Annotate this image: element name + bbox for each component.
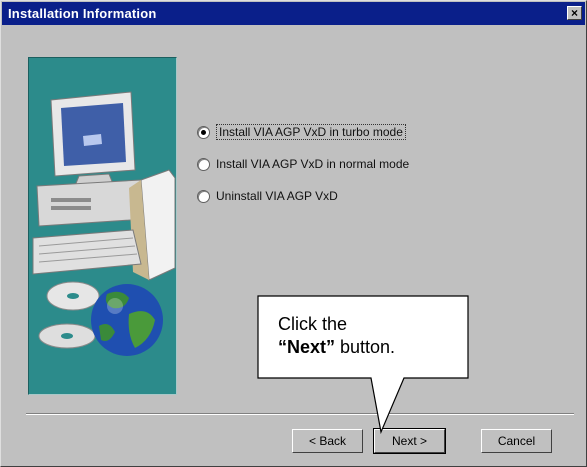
close-button[interactable]: × xyxy=(567,6,582,20)
option-turbo-mode-label[interactable]: Install VIA AGP VxD in turbo mode xyxy=(216,124,406,140)
option-normal-mode[interactable]: Install VIA AGP VxD in normal mode xyxy=(197,153,409,175)
radio-turbo-mode[interactable] xyxy=(197,125,210,139)
installer-dialog: Installation Information × Install VIA A… xyxy=(0,0,587,467)
back-button[interactable]: < Back xyxy=(292,429,363,453)
callout-line-1: Click the xyxy=(278,314,348,334)
callout-text: Click the “Next” button. xyxy=(278,313,448,359)
next-button[interactable]: Next > xyxy=(373,428,446,454)
computer-and-globe-icon xyxy=(32,91,176,356)
option-normal-mode-label[interactable]: Install VIA AGP VxD in normal mode xyxy=(216,157,409,171)
window-title: Installation Information xyxy=(8,6,157,21)
option-uninstall-label[interactable]: Uninstall VIA AGP VxD xyxy=(216,189,338,203)
install-options-group: Install VIA AGP VxD in turbo mode Instal… xyxy=(197,121,409,217)
option-turbo-mode[interactable]: Install VIA AGP VxD in turbo mode xyxy=(197,121,409,143)
setup-illustration-panel xyxy=(28,57,177,395)
cancel-button[interactable]: Cancel xyxy=(481,429,552,453)
close-icon: × xyxy=(570,6,578,20)
callout-button-word: button. xyxy=(335,337,396,357)
option-uninstall[interactable]: Uninstall VIA AGP VxD xyxy=(197,185,409,207)
callout-line-2: “Next” button. xyxy=(278,336,448,359)
button-separator xyxy=(26,413,574,415)
radio-normal-mode[interactable] xyxy=(197,157,210,171)
radio-uninstall[interactable] xyxy=(197,189,210,203)
callout-next-emphasis: “Next” xyxy=(278,337,336,357)
title-bar[interactable]: Installation Information × xyxy=(2,2,585,25)
